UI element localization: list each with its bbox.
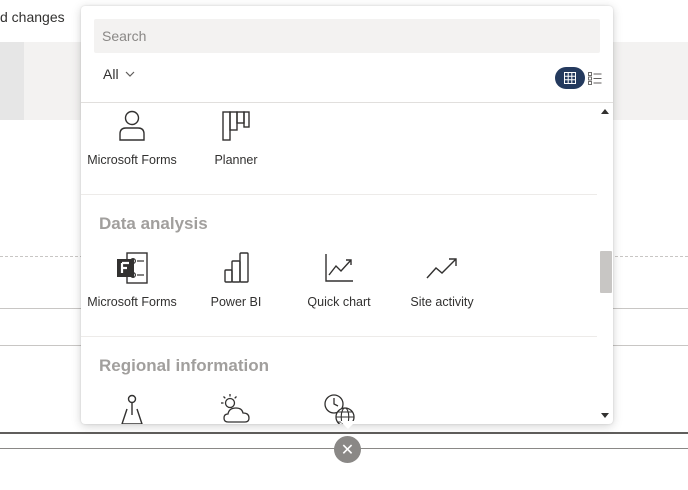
web-part-weather[interactable] [186,393,286,424]
section-separator [81,194,597,195]
web-part-toolbox: All Microsoft [81,6,613,424]
category-filter-dropdown[interactable]: All [103,66,135,82]
web-part-label: Power BI [210,295,262,309]
quick-chart-icon [325,254,353,282]
web-part-site-activity[interactable]: Site activity [392,251,492,312]
planner-icon [222,111,250,141]
web-part-label: Microsoft Forms [87,295,177,309]
power-bi-icon [224,252,249,283]
close-toolbox-button[interactable]: ✕ [334,436,361,463]
weather-icon [221,394,250,423]
web-part-power-bi[interactable]: Power BI [186,251,286,312]
web-part-map[interactable] [82,393,182,424]
forms-icon [117,252,148,284]
site-activity-icon [426,258,457,279]
map-pin-icon [121,394,143,424]
scroll-down-arrow-icon[interactable] [601,413,609,418]
section-title-data-analysis: Data analysis [99,214,208,233]
web-part-label: Microsoft Forms [87,153,177,167]
web-part-planner[interactable]: Planner [186,109,286,170]
section-title-regional-information: Regional information [99,356,269,375]
search-input[interactable] [94,19,600,53]
world-clock-icon [324,394,355,424]
filter-label: All [103,66,119,82]
web-part-label: Planner [214,153,258,167]
list-view-button[interactable] [587,70,603,86]
web-part-world-clock[interactable] [289,393,389,424]
close-icon: ✕ [340,441,355,459]
grid-view-button[interactable] [555,67,585,89]
scroll-up-arrow-icon[interactable] [601,109,609,114]
web-part-people[interactable]: Microsoft Forms [82,109,182,170]
chevron-down-icon [125,71,134,77]
scrollbar[interactable] [597,103,613,424]
add-section-line [0,432,688,434]
people-icon [119,110,145,141]
scroll-thumb[interactable] [600,251,612,293]
web-part-quick-chart[interactable]: Quick chart [289,251,389,312]
web-part-list: Microsoft Forms Planner Data analysis Mi… [81,103,597,424]
web-part-label: Site activity [410,295,474,309]
changes-text: d changes [0,9,65,25]
web-part-label: Quick chart [307,295,371,309]
list-icon [588,71,602,85]
section-separator [81,336,597,337]
panel-pointer [340,421,356,429]
grid-icon [564,72,576,84]
page-header-band-edge [0,42,24,120]
web-part-microsoft-forms[interactable]: Microsoft Forms [82,251,182,312]
